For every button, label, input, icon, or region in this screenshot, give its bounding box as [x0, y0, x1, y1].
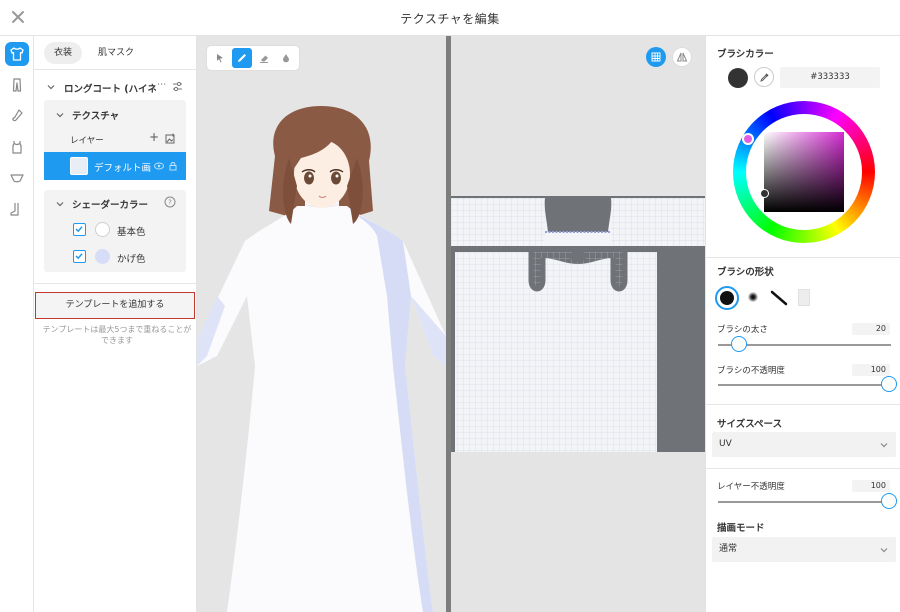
brush-color-swatch[interactable] — [728, 68, 748, 88]
shadow-color-swatch[interactable] — [95, 249, 110, 264]
eyedropper-icon[interactable] — [754, 67, 774, 87]
eye-icon[interactable] — [154, 161, 164, 171]
divider — [34, 283, 197, 284]
size-space-value: UV — [719, 439, 732, 449]
brush-opacity-label: ブラシの不透明度 — [717, 366, 785, 376]
chevron-down-icon[interactable] — [56, 111, 64, 119]
layer-opacity-value[interactable]: 100 — [852, 480, 890, 492]
grid-view-icon[interactable] — [646, 47, 666, 67]
tab-costume[interactable]: 衣装 — [44, 42, 83, 64]
divider — [34, 69, 197, 70]
brush-color-hex-field[interactable]: #333333 — [780, 67, 880, 88]
pants-icon[interactable] — [5, 73, 29, 97]
uv-texture-view[interactable] — [451, 36, 705, 612]
size-space-label: サイズスペース — [717, 419, 783, 430]
base-color-checkbox[interactable] — [73, 223, 86, 236]
shadow-color-label: かげ色 — [117, 254, 146, 265]
layer-name: デフォルト画 — [94, 163, 152, 174]
brush-opacity-knob[interactable] — [881, 376, 897, 392]
mirror-view-icon[interactable] — [672, 47, 692, 67]
brush-shape-texture[interactable] — [798, 289, 810, 306]
uv-map — [451, 36, 705, 612]
tab-bar: 衣装 肌マスク — [44, 42, 144, 66]
brush-shape-label: ブラシの形状 — [717, 267, 774, 278]
help-icon[interactable]: ? — [164, 196, 176, 208]
divider — [706, 468, 900, 469]
brush-color-label: ブラシカラー — [717, 49, 774, 60]
layer-opacity-track[interactable] — [718, 501, 891, 503]
pen-icon[interactable] — [232, 48, 252, 68]
sock-icon[interactable] — [5, 104, 29, 128]
shadow-color-checkbox[interactable] — [73, 250, 86, 263]
title-bar: テクスチャを編集 — [0, 0, 900, 36]
category-rail — [0, 36, 34, 612]
texture-editor: テクスチャを編集 衣装 肌マスク ロングコート (ハイネ ⋯ テクスチャ レイヤ… — [0, 0, 900, 612]
brush-size-label: ブラシの太さ — [717, 325, 768, 335]
item-title: ロングコート (ハイネ — [64, 84, 156, 95]
blend-mode-select[interactable]: 通常 — [712, 537, 896, 562]
3d-viewport[interactable] — [197, 36, 446, 612]
tab-skin-mask[interactable]: 肌マスク — [88, 42, 144, 64]
chevron-down-icon — [880, 548, 888, 553]
fill-drop-icon[interactable] — [277, 48, 296, 68]
more-icon[interactable]: ⋯ — [157, 79, 167, 90]
shoe-icon[interactable] — [5, 197, 29, 221]
avatar-preview — [197, 106, 446, 612]
color-handle[interactable] — [760, 189, 769, 198]
base-color-swatch[interactable] — [95, 222, 110, 237]
blend-mode-label: 描画モード — [717, 523, 765, 534]
brush-shape-round[interactable] — [715, 286, 739, 310]
layer-item[interactable]: デフォルト画 — [44, 152, 186, 180]
brush-size-knob[interactable] — [730, 336, 747, 352]
select-arrow-icon[interactable] — [210, 48, 229, 68]
shirt-icon[interactable] — [5, 42, 29, 66]
brush-shape-soft[interactable] — [748, 292, 758, 302]
tank-top-icon[interactable] — [5, 135, 29, 159]
brush-opacity-track[interactable] — [718, 384, 891, 386]
texture-label: テクスチャ — [72, 111, 120, 122]
hue-handle[interactable] — [742, 133, 754, 145]
svg-text:?: ? — [168, 199, 172, 207]
right-panel: ブラシカラー #333333 ブラシの形状 ブラシの太さ 20 ブラシの不透明度… — [705, 36, 900, 612]
layer-opacity-label: レイヤー不透明度 — [717, 482, 785, 492]
add-template-button[interactable]: テンプレートを追加する — [35, 292, 195, 319]
add-layer-icon[interactable]: + — [149, 130, 159, 144]
base-color-label: 基本色 — [117, 227, 146, 238]
shader-color-label: シェーダーカラー — [72, 200, 149, 211]
page-title: テクスチャを編集 — [400, 12, 500, 26]
layer-label: レイヤー — [70, 136, 104, 146]
size-space-select[interactable]: UV — [712, 432, 896, 457]
divider — [706, 404, 900, 405]
layer-thumbnail — [70, 157, 88, 175]
divider — [706, 257, 900, 258]
lock-icon[interactable] — [168, 161, 178, 171]
settings-sliders-icon[interactable] — [172, 81, 183, 92]
underwear-icon[interactable] — [5, 166, 29, 190]
paint-toolbar — [207, 46, 299, 70]
brush-size-value[interactable]: 20 — [852, 323, 890, 335]
layer-opacity-knob[interactable] — [881, 493, 897, 509]
chevron-down-icon — [880, 443, 888, 448]
chevron-down-icon[interactable] — [56, 200, 64, 208]
blend-mode-value: 通常 — [719, 544, 738, 554]
brush-opacity-value[interactable]: 100 — [852, 364, 890, 376]
eraser-icon[interactable] — [255, 48, 274, 68]
saturation-value-square[interactable] — [764, 132, 844, 212]
left-panel: 衣装 肌マスク ロングコート (ハイネ ⋯ テクスチャ レイヤー + デフォルト… — [34, 36, 197, 612]
template-note: テンプレートは最大5つまで重ねることができます — [42, 325, 192, 345]
add-image-icon[interactable] — [165, 133, 176, 144]
chevron-down-icon[interactable] — [47, 83, 55, 91]
brush-shape-line[interactable] — [770, 289, 788, 307]
